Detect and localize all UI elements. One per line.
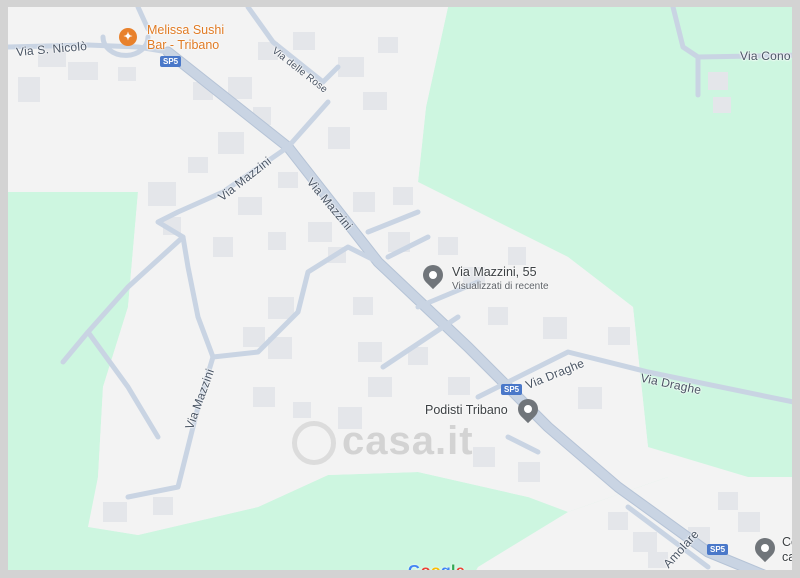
poi-label-selected[interactable]: Via Mazzini, 55 [452, 265, 537, 279]
street-label-via-cono: Via Cono [740, 49, 791, 63]
google-logo-letter: o [420, 563, 431, 578]
poi-subtitle-selected: Visualizzati di recente [452, 281, 549, 292]
poi-name-line2: Bar - Tribano [147, 38, 220, 52]
poi-label-corner-line1[interactable]: Cer [782, 535, 792, 549]
road-shield-sp5: SP5 [501, 384, 523, 395]
google-logo-letter: o [430, 563, 441, 578]
watermark-text: casa.it [342, 419, 474, 463]
fork-knife-icon[interactable]: ✦ [119, 28, 137, 46]
poi-label-corner-line2[interactable]: car [782, 550, 792, 564]
google-logo-letter: e [455, 563, 465, 578]
poi-label-podisti[interactable]: Podisti Tribano [425, 403, 508, 417]
road-shield-sp5: SP5 [707, 544, 729, 555]
map-canvas[interactable] [8, 7, 800, 578]
road-shield-sp5: SP5 [160, 56, 182, 67]
google-logo-letter: G [408, 563, 421, 578]
google-logo-letter: g [440, 563, 451, 578]
poi-label-restaurant[interactable]: Melissa Sushi Bar - Tribano [147, 23, 224, 53]
poi-name-line1: Melissa Sushi [147, 23, 225, 37]
map-view[interactable]: Via S. Nicolò Via delle Rose Via Mazzini… [0, 0, 800, 578]
google-logo: Google [408, 563, 465, 578]
